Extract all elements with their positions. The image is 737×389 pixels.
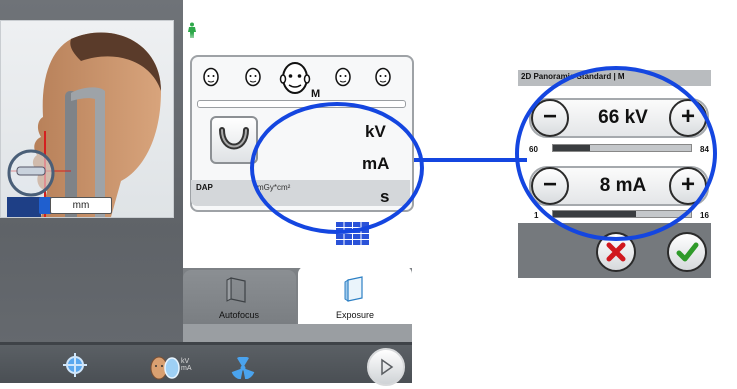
next-button[interactable] [367,348,405,386]
patient-size-label: M [311,88,321,100]
ma-min-label: 1 [534,211,539,220]
head-icon[interactable] [374,66,392,93]
radiation-button[interactable] [231,356,255,384]
person-icon [187,22,197,43]
patient-head-illustration [7,32,162,217]
toolbar-kv-text: kV [181,358,190,365]
head-icon[interactable] [244,66,262,93]
tab-autofocus[interactable]: Autofocus [183,270,296,324]
kv-ma-toolbar-label: kV mA [181,358,192,372]
exposure-icon [344,276,363,302]
crosshair-button[interactable] [62,352,88,383]
patient-size-selector[interactable]: M [194,60,408,102]
head-icon[interactable] [202,66,220,93]
head-icon[interactable] [279,60,311,101]
callout-circle-small [250,102,424,234]
patient-positioning-view[interactable] [0,20,174,218]
callout-circle-large [515,66,717,241]
tab-autofocus-label: Autofocus [218,310,260,320]
face-button[interactable] [150,355,180,386]
toolbar-ma-text: mA [181,365,192,372]
head-icon[interactable] [334,66,352,93]
confirm-button[interactable] [667,232,707,272]
dap-label: DAP [196,183,213,192]
tab-exposure-label: Exposure [335,310,375,320]
ruler-unit-field[interactable]: mm [50,197,112,214]
play-icon [381,358,394,376]
autofocus-icon [226,277,246,303]
confirm-icon [676,242,699,262]
ma-max-label: 16 [700,211,709,220]
face-icon [150,356,180,380]
callout-connector [414,158,527,162]
crosshair-icon [63,353,87,377]
tab-base-strip [183,324,412,342]
radiation-icon [231,356,255,380]
tab-exposure[interactable]: Exposure [298,266,412,324]
